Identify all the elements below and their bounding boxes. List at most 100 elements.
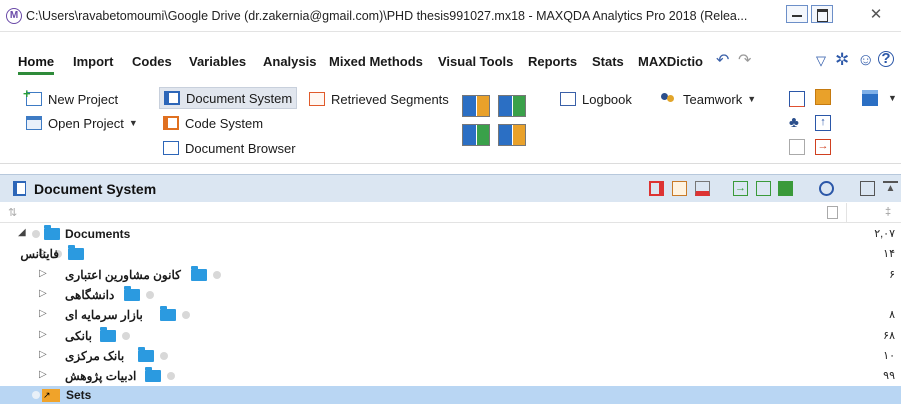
tab-mixed-methods[interactable]: Mixed Methods	[329, 54, 423, 69]
tree-item[interactable]: ▷ ادبیات پژوهش ۹۹	[0, 366, 901, 386]
export-icon[interactable]	[789, 91, 805, 107]
new-folder-icon[interactable]	[778, 181, 793, 196]
tab-stats[interactable]: Stats	[592, 54, 624, 69]
layout-three-columns-icon[interactable]	[498, 95, 526, 117]
tree-item-label: بانکی	[65, 329, 92, 343]
expand-arrow-icon[interactable]: ▷	[39, 329, 47, 340]
help-icon[interactable]: ?	[878, 51, 894, 67]
undock-icon[interactable]	[860, 181, 875, 196]
coded-segments-count: ۹۹	[883, 370, 895, 382]
tab-visual-tools[interactable]: Visual Tools	[438, 54, 513, 69]
column-header-bar: ⇅ ‡	[0, 203, 901, 223]
tab-maxdictio[interactable]: MAXDictio	[638, 54, 703, 69]
teamwork-button[interactable]: Teamwork ▼	[659, 88, 756, 110]
folder-icon	[160, 306, 176, 321]
sort-icon[interactable]: ⇅	[8, 206, 17, 219]
tree-root-sets[interactable]: Sets	[0, 386, 901, 404]
logbook-button[interactable]: Logbook	[560, 88, 632, 110]
window-title: C:\Users\ravabetomoumi\Google Drive (dr.…	[26, 9, 748, 23]
gear-icon[interactable]: ✲	[835, 50, 849, 70]
undo-icon[interactable]: ↶	[716, 50, 729, 70]
status-dot-icon	[32, 391, 40, 399]
folder-icon	[138, 347, 154, 362]
chevron-down-icon: ▼	[747, 94, 757, 104]
copy-documents-icon[interactable]	[672, 181, 687, 196]
import-icon[interactable]: →	[733, 181, 748, 196]
status-dot-icon	[160, 352, 168, 360]
retrieved-segments-label: Retrieved Segments	[331, 91, 449, 107]
merge-projects-icon[interactable]	[815, 89, 831, 105]
ribbon-tabs: Home Import Codes Variables Analysis Mix…	[0, 48, 901, 76]
import-documents-icon[interactable]	[649, 181, 664, 196]
expand-arrow-icon[interactable]: ▷	[39, 268, 47, 279]
tab-reports[interactable]: Reports	[528, 54, 577, 69]
maximize-button[interactable]	[811, 5, 833, 23]
coded-segments-count: ۲,۰۷	[874, 228, 895, 240]
expand-arrow-icon[interactable]: ▷	[39, 349, 47, 360]
exit-icon[interactable]: →	[815, 139, 831, 155]
ribbon-home: New Project Open Project ▼ Document Syst…	[0, 80, 901, 164]
document-browser-icon	[163, 141, 179, 155]
upload-icon[interactable]: ↑	[815, 115, 831, 131]
smiley-icon[interactable]: ☺	[857, 50, 874, 70]
collapse-arrow-icon[interactable]: ◢	[18, 227, 26, 238]
tree-item[interactable]: ▷ کانون مشاورین اعتباری ۶	[0, 265, 901, 285]
document-system-button[interactable]: Document System	[159, 87, 298, 109]
teamwork-label: Teamwork	[683, 91, 743, 107]
search-icon[interactable]	[819, 181, 834, 196]
tree-item[interactable]: ▷ دانشگاهی	[0, 285, 901, 305]
retrieved-segments-icon	[309, 92, 325, 106]
chevron-down-icon[interactable]: ▼	[888, 93, 897, 103]
new-document-icon[interactable]	[756, 181, 771, 196]
tree-item[interactable]: ▷ بانک مرکزی ۱۰	[0, 346, 901, 366]
open-project-button[interactable]: Open Project ▼	[26, 112, 138, 134]
sort-count-icon[interactable]: ‡	[885, 206, 891, 218]
tree-root-documents[interactable]: ◢ Documents ۲,۰۷	[0, 224, 901, 244]
document-browser-button[interactable]: Document Browser	[163, 137, 296, 159]
layout-split-icon[interactable]	[498, 124, 526, 146]
folder-icon	[191, 266, 207, 281]
code-system-icon	[163, 116, 179, 130]
tab-analysis[interactable]: Analysis	[263, 54, 316, 69]
folder-icon	[145, 367, 161, 382]
retrieved-segments-button[interactable]: Retrieved Segments	[309, 88, 449, 110]
expand-arrow-icon[interactable]: ▷	[39, 308, 47, 319]
document-icon[interactable]	[789, 139, 805, 155]
tab-import[interactable]: Import	[73, 54, 113, 69]
expand-arrow-icon[interactable]: ▷	[39, 288, 47, 299]
chevron-down-icon: ▼	[128, 118, 138, 128]
minimize-button[interactable]	[786, 5, 808, 23]
status-dot-icon	[182, 311, 190, 319]
tab-codes[interactable]: Codes	[132, 54, 172, 69]
project-settings-icon[interactable]	[862, 90, 878, 106]
users-icon[interactable]: ♣	[789, 115, 805, 131]
tab-variables[interactable]: Variables	[189, 54, 246, 69]
tree-item-label: دانشگاهی	[65, 288, 115, 302]
tree-node-label: Documents	[65, 227, 131, 241]
tab-home[interactable]: Home	[18, 54, 55, 75]
code-system-label: Code System	[185, 115, 264, 131]
redo-icon[interactable]: ↷	[738, 50, 751, 70]
status-dot-icon	[32, 230, 40, 238]
document-system-icon	[13, 181, 26, 196]
document-system-panel-header: Document System → ▲	[0, 174, 901, 202]
tree-item[interactable]: ▷ بانکی ۶۸	[0, 326, 901, 346]
maximize-panel-icon[interactable]: ▲	[883, 181, 898, 196]
document-system-label: Document System	[186, 90, 293, 106]
checkbox-column-icon[interactable]	[827, 206, 838, 219]
expand-arrow-icon[interactable]: ▷	[39, 369, 47, 380]
chevron-down-icon[interactable]: ▽	[816, 53, 826, 69]
new-project-button[interactable]: New Project	[23, 86, 118, 110]
code-system-button[interactable]: Code System	[163, 112, 263, 134]
tree-item[interactable]: ▷ بازار سرمایه ای ۸	[0, 305, 901, 325]
layout-four-columns-icon[interactable]	[462, 95, 490, 117]
delete-documents-icon[interactable]	[695, 181, 710, 196]
maxqda-app-icon: M	[6, 8, 22, 24]
logbook-icon	[560, 92, 576, 106]
coded-segments-count: ۶۸	[883, 330, 895, 342]
coded-segments-count: ۱۰	[883, 350, 895, 362]
sets-folder-icon	[42, 389, 60, 402]
tree-item[interactable]: ▷ فاینانس ۱۴	[0, 244, 901, 264]
layout-grid-icon[interactable]	[462, 124, 490, 146]
close-button[interactable]: ✕	[866, 7, 886, 23]
